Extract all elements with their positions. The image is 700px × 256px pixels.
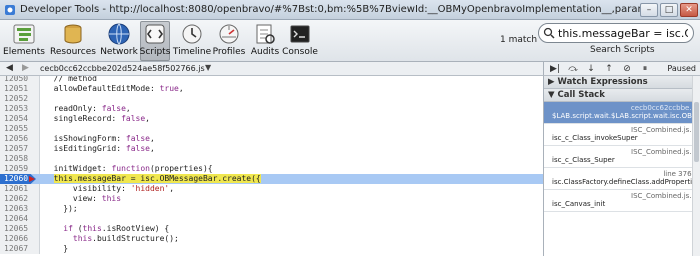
tab-audits[interactable]: Audits — [250, 22, 280, 60]
search-highlight: this.messageBar = isc.OBMessageBar.creat… — [53, 174, 261, 183]
source-line: 12051 allowDefaultEditMode: true, — [0, 84, 543, 94]
resume-button[interactable]: ▶| — [548, 63, 562, 75]
tab-elements[interactable]: Elements — [3, 22, 45, 60]
source-line: 12065 if (this.isRootView) { — [0, 224, 543, 234]
source-line: 12058 — [0, 154, 543, 164]
call-frame[interactable]: cecb0cc62ccbbe... $LAB.script.wait.$LAB.… — [544, 102, 700, 124]
call-frame[interactable]: ISC_Combined.js... isc_c_Class_invokeSup… — [544, 124, 700, 146]
source-line: 12052 — [0, 94, 543, 104]
tab-resources[interactable]: Resources — [50, 22, 96, 60]
audits-icon — [256, 24, 275, 44]
debugger-sidebar: ▶ Watch Expressions ▼ Call Stack cecb0cc… — [543, 76, 700, 256]
title-bar: Developer Tools - http://localhost:8080/… — [0, 0, 700, 20]
resources-icon — [64, 24, 82, 44]
minimize-button[interactable]: – — [640, 2, 658, 17]
back-button[interactable]: ◀ — [6, 63, 13, 73]
step-over-button[interactable]: ⤼ — [566, 63, 580, 75]
elements-icon — [13, 24, 35, 44]
search-input[interactable] — [555, 26, 688, 40]
source-line: 12056 isShowingForm: false, — [0, 134, 543, 144]
console-icon — [290, 25, 310, 43]
source-line: 12059 initWidget: function(properties){ — [0, 164, 543, 174]
search-box[interactable] — [538, 23, 694, 43]
source-line: 12064 — [0, 214, 543, 224]
source-code-panel[interactable]: 12050 // method 12051 allowDefaultEditMo… — [0, 76, 543, 256]
tab-scripts[interactable]: Scripts — [140, 21, 170, 61]
source-line: 12055 — [0, 124, 543, 134]
profiles-icon — [219, 24, 239, 44]
file-dropdown-icon[interactable]: ▼ — [205, 63, 211, 72]
source-line: 12061 visibility: 'hidden', — [0, 184, 543, 194]
devtools-app-icon — [5, 4, 15, 15]
close-button[interactable]: ✕ — [680, 2, 698, 17]
call-stack-header[interactable]: ▼ Call Stack — [544, 89, 700, 102]
highlighted-code: this.messageBar = isc.OBMessageBar.creat… — [44, 174, 261, 184]
sidebar-scrollbar[interactable] — [692, 76, 700, 256]
call-frame[interactable]: line 3762 isc.ClassFactory.defineClass.a… — [544, 168, 700, 190]
call-frame[interactable]: ISC_Combined.js... isc_Canvas_init — [544, 190, 700, 212]
current-execution-line: 12060 this.messageBar = isc.OBMessageBar… — [0, 174, 543, 184]
step-out-button[interactable]: ↑ — [602, 63, 616, 75]
window-title: Developer Tools - http://localhost:8080/… — [20, 4, 640, 15]
deactivate-breakpoints-button[interactable]: ⊘ — [620, 63, 634, 75]
line-number: 12060 — [4, 174, 29, 183]
tab-console[interactable]: Console — [282, 22, 318, 60]
source-line: 12063 }); — [0, 204, 543, 214]
scripts-icon — [145, 24, 165, 44]
script-file-bar: ◀ ▶ cecb0cc62ccbbe202d524ae58f502766.js … — [0, 62, 543, 76]
source-line: 12067 } — [0, 244, 543, 254]
script-file-select[interactable]: cecb0cc62ccbbe202d524ae58f502766.js — [40, 64, 205, 73]
tab-network[interactable]: Network — [100, 22, 138, 60]
source-line: 12053 readOnly: false, — [0, 104, 543, 114]
scroll-thumb[interactable] — [694, 102, 699, 162]
search-icon — [543, 27, 555, 39]
debugger-toolbar: ▶| ⤼ ↓ ↑ ⊘ ⏸ Paused — [543, 62, 700, 76]
watch-expressions-header[interactable]: ▶ Watch Expressions — [544, 76, 700, 89]
devtools-toolbar: Elements Resources Network Scripts Timel… — [0, 20, 700, 62]
search-match-count: 1 match — [500, 35, 538, 45]
tab-timeline[interactable]: Timeline — [173, 22, 211, 60]
pause-on-exceptions-button[interactable]: ⏸ — [638, 63, 652, 75]
source-line: 12054 singleRecord: false, — [0, 114, 543, 124]
network-icon — [108, 23, 130, 45]
step-into-button[interactable]: ↓ — [584, 63, 598, 75]
forward-button[interactable]: ▶ — [22, 63, 29, 73]
tab-profiles[interactable]: Profiles — [212, 22, 246, 60]
execution-pointer-icon — [29, 176, 35, 182]
call-frame[interactable]: ISC_Combined.js... isc_c_Class_Super — [544, 146, 700, 168]
search-scope-label: Search Scripts — [590, 45, 655, 55]
source-line: 12066 this.buildStructure(); — [0, 234, 543, 244]
source-line: 12062 view: this — [0, 194, 543, 204]
source-line: 12057 isEditingGrid: false, — [0, 144, 543, 154]
timeline-icon — [182, 24, 202, 44]
debugger-status: Paused — [667, 64, 696, 73]
maximize-button[interactable]: □ — [660, 2, 678, 17]
source-line: 12050 // method — [0, 76, 543, 84]
